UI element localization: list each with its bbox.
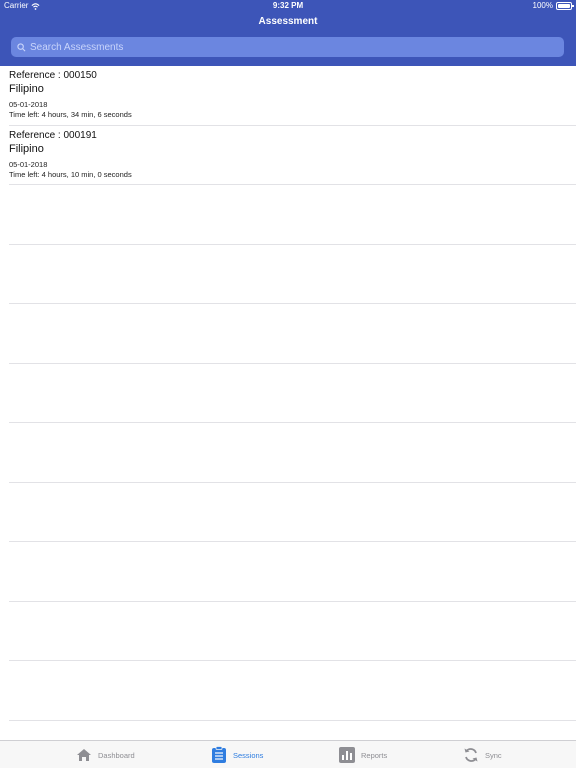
date-label: 05-01-2018 [9, 100, 48, 109]
bar-chart-icon [339, 747, 355, 763]
sync-icon [464, 748, 478, 762]
search-input[interactable] [30, 41, 550, 53]
search-bar[interactable] [11, 37, 564, 57]
header: Carrier 9:32 PM 100% Assessment [0, 0, 576, 66]
tab-label: Dashboard [98, 750, 135, 760]
empty-row [9, 602, 576, 661]
empty-row [9, 661, 576, 721]
time-left-label: Time left: 4 hours, 34 min, 6 seconds [9, 110, 132, 119]
status-right: 100% [532, 0, 574, 12]
status-bar: Carrier 9:32 PM 100% [0, 0, 576, 12]
search-icon [17, 42, 26, 51]
assessment-list: Reference : 000150 Filipino 05-01-2018 T… [0, 66, 576, 721]
list-item[interactable]: Reference : 000150 Filipino 05-01-2018 T… [9, 66, 576, 126]
empty-row [9, 304, 576, 364]
tab-sync[interactable]: Sync [463, 741, 502, 768]
battery-label: 100% [532, 1, 553, 10]
reference-label: Reference : 000191 [9, 129, 97, 141]
tab-label: Reports [361, 750, 388, 760]
status-time: 9:32 PM [272, 1, 304, 10]
battery-icon [556, 2, 574, 10]
clipboard-icon [212, 746, 226, 763]
page-title: Assessment [258, 16, 318, 27]
empty-row [9, 245, 576, 304]
empty-row [9, 542, 576, 602]
date-label: 05-01-2018 [9, 159, 48, 169]
time-left-label: Time left: 4 hours, 10 min, 0 seconds [9, 169, 132, 179]
empty-row [9, 364, 576, 423]
app-screen: Carrier 9:32 PM 100% Assessment Search A… [0, 0, 576, 768]
language-label: Filipino [9, 83, 44, 95]
tab-label: Sessions [233, 750, 264, 760]
list-item[interactable]: Reference : 000191 Filipino 05-01-2018 T… [9, 126, 576, 185]
empty-row [9, 423, 576, 483]
tab-dashboard[interactable]: Dashboard [76, 741, 135, 768]
language-label: Filipino [9, 142, 44, 155]
tab-sessions[interactable]: Sessions [211, 741, 263, 768]
tab-reports[interactable]: Reports [339, 741, 387, 768]
empty-row [9, 483, 576, 542]
reference-label: Reference : 000150 [9, 70, 97, 81]
tab-bar: Dashboard Sessions Reports Sync [0, 740, 576, 768]
empty-row [9, 185, 576, 245]
tab-label: Sync [485, 750, 502, 760]
home-icon [77, 749, 91, 761]
